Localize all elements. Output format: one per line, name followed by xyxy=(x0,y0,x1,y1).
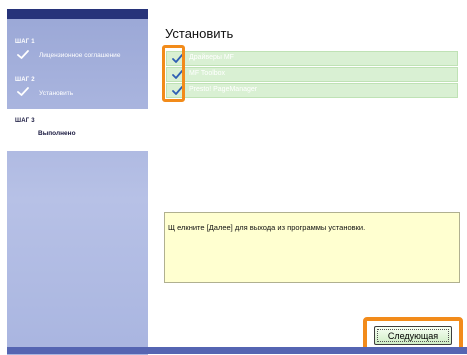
component-name: Драйверы MF xyxy=(189,54,234,61)
checkmarks-highlight xyxy=(162,45,185,102)
info-message-text: Щ елкните [Далее] для выхода из программ… xyxy=(168,223,366,232)
step-2: ШАГ 2 Установить xyxy=(7,71,148,111)
next-button-label: Следующая xyxy=(377,329,449,342)
step-label: Лицензионное соглашение xyxy=(39,52,121,59)
list-item: Presto! PageManager xyxy=(166,83,458,98)
bottom-bar xyxy=(7,347,467,354)
step-number: ШАГ 1 xyxy=(15,39,35,45)
checkmark-icon xyxy=(17,87,29,96)
step-number: ШАГ 3 xyxy=(15,118,35,124)
page-title: Установить xyxy=(165,26,234,41)
steps-sidebar: ШАГ 1 Лицензионное соглашение ШАГ 2 Уста… xyxy=(7,9,148,355)
info-message-box: Щ елкните [Далее] для выхода из программ… xyxy=(164,212,460,283)
list-item: MF Toolbox xyxy=(166,67,458,82)
step-number: ШАГ 2 xyxy=(15,77,35,83)
next-button[interactable]: Следующая xyxy=(374,326,452,345)
step-1: ШАГ 1 Лицензионное соглашение xyxy=(7,23,148,71)
list-item: Драйверы MF xyxy=(166,51,458,66)
step-label: Установить xyxy=(39,90,74,97)
installed-components-list: Драйверы MF MF Toolbox Presto! PageManag… xyxy=(166,51,458,99)
sidebar-header-bar xyxy=(7,9,148,19)
component-name: MF Toolbox xyxy=(189,70,226,77)
checkmark-icon xyxy=(17,50,29,59)
component-name: Presto! PageManager xyxy=(189,86,258,93)
step-3-current: ШАГ 3 Выполнено xyxy=(7,109,148,151)
step-label: Выполнено xyxy=(38,130,76,137)
